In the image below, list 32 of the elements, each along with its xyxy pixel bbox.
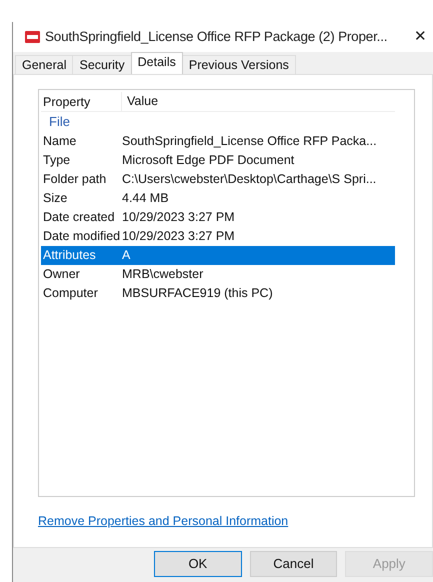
property-value: Microsoft Edge PDF Document: [122, 152, 294, 170]
tab[interactable]: General: [15, 55, 74, 74]
window-title: SouthSpringfield_License Office RFP Package (2) Proper...: [45, 28, 388, 46]
tab[interactable]: Details: [130, 52, 183, 74]
tab[interactable]: Previous Versions: [182, 55, 296, 74]
property-value: 10/29/2023 3:27 PM: [122, 228, 235, 246]
column-header: Value: [126, 93, 158, 110]
property-name: Owner: [42, 266, 81, 284]
property-name: Size: [42, 190, 68, 208]
property-name: Type: [42, 152, 72, 170]
property-name: Attributes: [42, 247, 97, 264]
dialog-button[interactable]: Cancel: [250, 551, 338, 577]
property-value: MBSURFACE919 (this PC): [122, 285, 273, 302]
selected-row[interactable]: Attributes A: [41, 246, 395, 265]
dialog-button[interactable]: OK: [154, 551, 242, 577]
property-value: A: [122, 247, 130, 264]
property-name: Date modified: [42, 228, 122, 246]
property-value: C:\Users\cwebster\Desktop\Carthage\S Spri...: [122, 171, 376, 188]
property-value: MRB\cwebster: [122, 266, 204, 284]
tab[interactable]: Security: [72, 55, 132, 74]
close-button[interactable]: ✕: [408, 26, 433, 48]
property-value: 10/29/2023 3:27 PM: [122, 209, 235, 226]
property-value: SouthSpringfield_License Office RFP Packa...: [122, 133, 377, 150]
column-header: Property: [41, 92, 122, 112]
property-name: Folder path: [42, 171, 108, 188]
property-name: Computer: [42, 285, 99, 302]
property-name: Name: [42, 133, 78, 150]
group-header: File: [48, 113, 71, 132]
property-name: Date created: [42, 209, 116, 226]
property-value: 4.44 MB: [122, 190, 169, 208]
remove-properties-link[interactable]: Remove Properties and Personal Information: [38, 512, 288, 531]
pdf-file-icon: [25, 31, 40, 43]
